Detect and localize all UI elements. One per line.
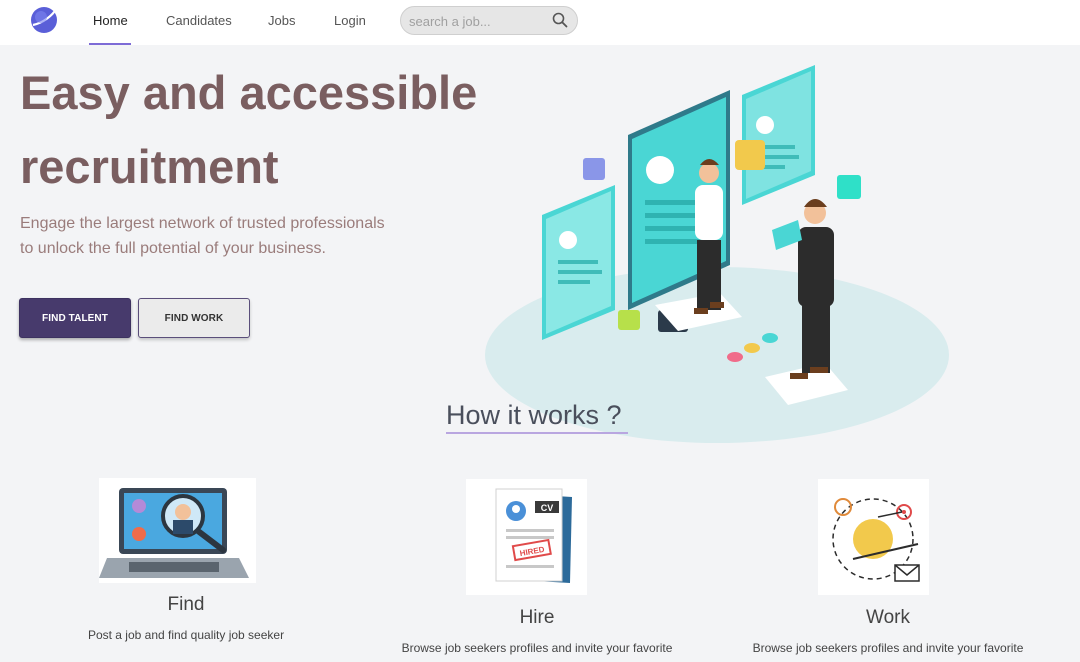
search-input[interactable] <box>409 13 549 29</box>
hero-title-line-1: Easy and accessible <box>20 66 478 119</box>
planet-logo-icon[interactable] <box>29 5 59 35</box>
hero-subtitle: Engage the largest network of trusted pr… <box>20 211 400 261</box>
find-work-button[interactable]: FIND WORK <box>138 298 250 338</box>
search-icon[interactable] <box>552 12 568 28</box>
message-badge-icon <box>618 310 640 330</box>
step-hire-description: Browse job seekers profiles and invite y… <box>401 641 673 655</box>
step-hire-title: Hire <box>519 607 555 628</box>
cv-badge-text: CV <box>541 503 554 513</box>
nav-candidates[interactable]: Candidates <box>166 13 232 28</box>
step-work-title: Work <box>866 607 910 628</box>
how-it-works-title: How it works ? <box>446 400 622 430</box>
hero-subtitle-line-1: Engage the largest network of trusted pr… <box>20 215 385 232</box>
step-work-description: Browse job seekers profiles and invite y… <box>752 641 1024 655</box>
nav-login[interactable]: Login <box>334 13 366 28</box>
work-illustration <box>818 479 929 595</box>
find-illustration <box>99 478 256 583</box>
find-talent-button[interactable]: FIND TALENT <box>19 298 131 338</box>
star-badge-icon <box>735 140 765 170</box>
hire-illustration: CV HIRED <box>466 479 587 595</box>
target-work-icon <box>832 498 920 582</box>
step-find-title: Find <box>167 594 205 615</box>
how-it-works-underline <box>446 432 628 434</box>
active-nav-indicator <box>89 43 131 45</box>
nav-jobs[interactable]: Jobs <box>268 13 295 28</box>
hero-title: Easy and accessible recruitment <box>20 56 540 204</box>
cv-hired-icon: CV HIRED <box>495 488 572 583</box>
profile-card-right <box>742 65 815 205</box>
hero-subtitle-line-2: to unlock the full potential of your bus… <box>20 240 326 257</box>
nav-home[interactable]: Home <box>93 13 128 28</box>
chat-badge-icon <box>837 175 861 199</box>
laptop-search-icon <box>99 488 249 578</box>
check-badge-icon <box>583 158 605 180</box>
recruitment-illustration <box>485 65 949 443</box>
top-navbar: Home Candidates Jobs Login <box>0 0 1080 45</box>
hero-title-line-2: recruitment <box>20 140 279 193</box>
step-find-description: Post a job and find quality job seeker <box>87 628 285 642</box>
